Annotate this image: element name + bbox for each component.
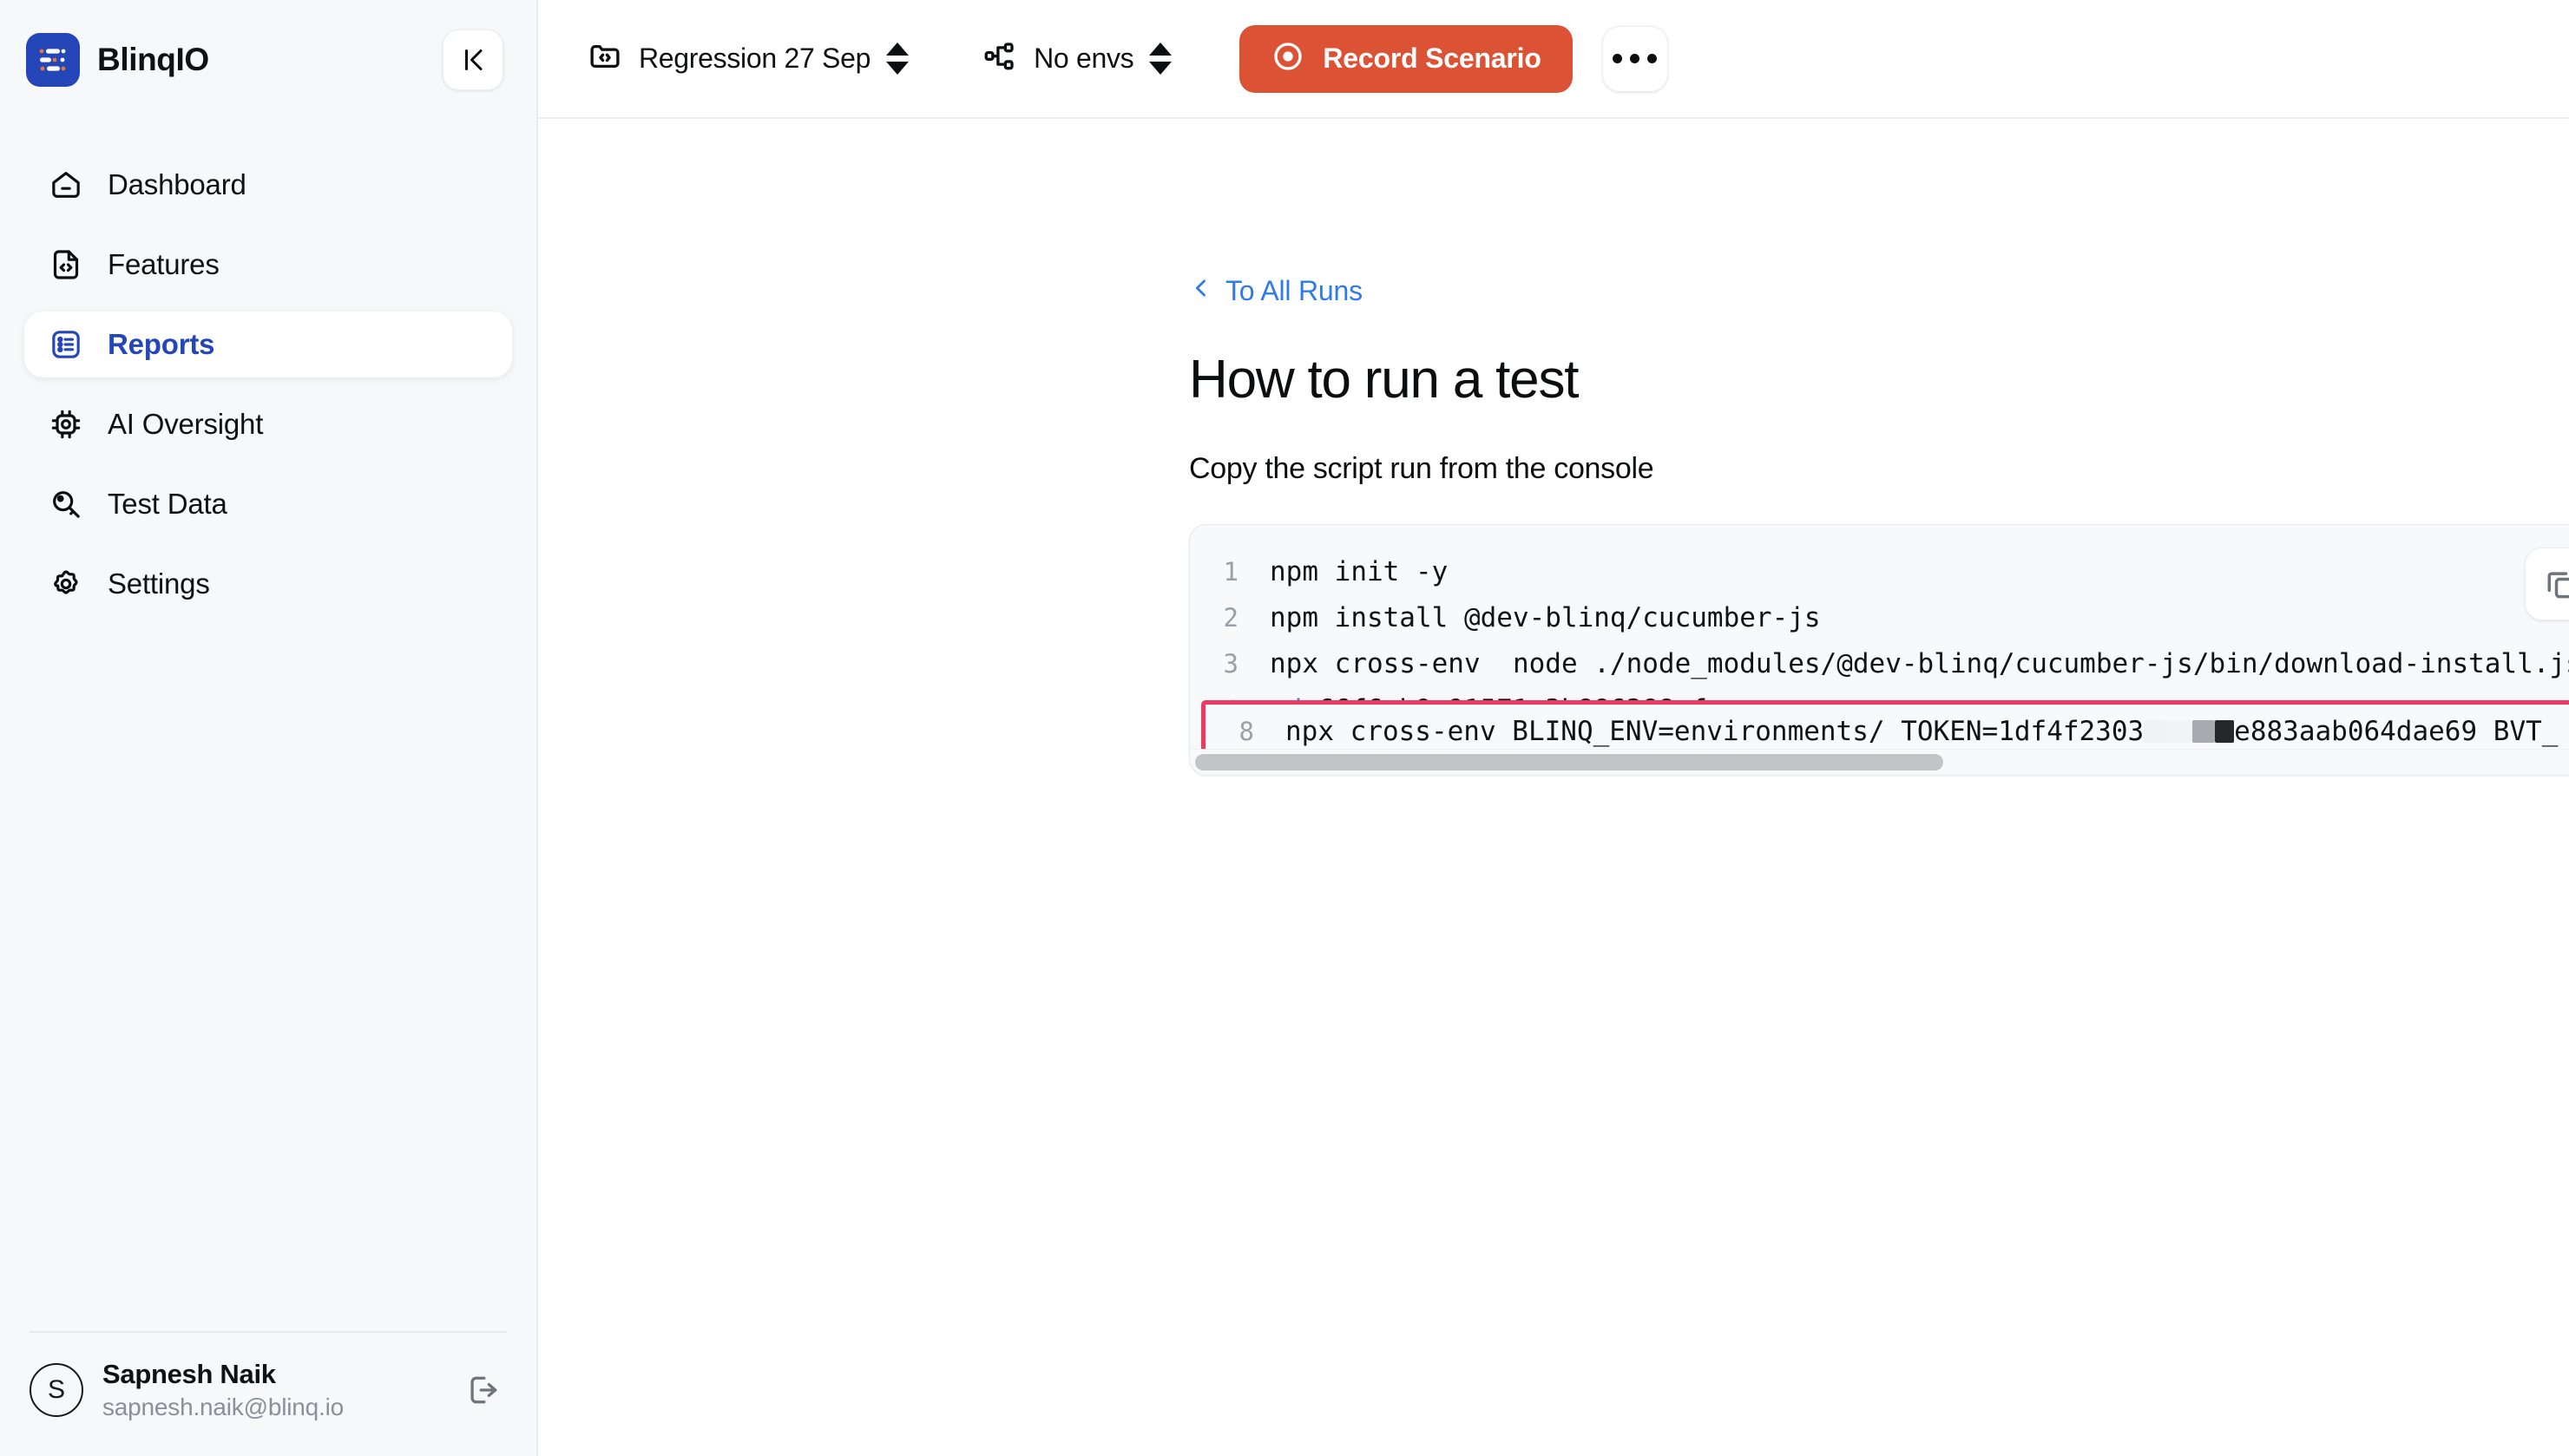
user-profile[interactable]: S Sapnesh Naik sapnesh.naik@blinq.io <box>30 1359 507 1421</box>
footer-divider <box>30 1331 507 1333</box>
user-info: Sapnesh Naik sapnesh.naik@blinq.io <box>102 1359 344 1421</box>
list-report-icon <box>47 325 85 364</box>
copy-icon[interactable] <box>2525 548 2569 620</box>
sidebar-item-settings[interactable]: Settings <box>24 551 512 617</box>
redaction-block <box>2144 720 2167 743</box>
sidebar-item-ai-oversight[interactable]: AI Oversight <box>24 391 512 457</box>
home-icon <box>47 166 85 204</box>
sidebar-footer: S Sapnesh Naik sapnesh.naik@blinq.io <box>0 1331 536 1456</box>
content-area: To All Runs How to run a test Copy the s… <box>538 119 2569 1456</box>
logout-icon[interactable] <box>458 1366 507 1414</box>
line-text-suffix: e883aab064dae69 BVT_ <box>2234 716 2559 747</box>
sidebar-item-label: Features <box>108 248 220 280</box>
record-scenario-button[interactable]: Record Scenario <box>1239 24 1573 93</box>
environments-icon <box>982 38 1018 79</box>
env-selector-label: No envs <box>1034 43 1134 74</box>
collapse-sidebar-icon[interactable] <box>443 29 503 90</box>
redaction-block <box>2166 720 2193 743</box>
sidebar-item-label: Reports <box>108 328 215 360</box>
avatar: S <box>30 1363 83 1417</box>
project-selector-label: Regression 27 Sep <box>639 43 871 74</box>
sidebar: BlinqIO Dashboard Features Reports AI Ov… <box>0 0 538 1456</box>
code-horizontal-scrollbar[interactable] <box>1190 749 2569 775</box>
project-selector[interactable]: Regression 27 Sep <box>575 28 921 89</box>
redaction-block <box>2192 720 2216 743</box>
highlighted-code-line: 8 npx cross-env BLINQ_ENV=environments/ … <box>1201 700 2569 749</box>
back-link-label: To All Runs <box>1225 275 1363 306</box>
line-number: 2 <box>1223 603 1239 633</box>
user-name: Sapnesh Naik <box>102 1359 276 1389</box>
key-search-icon <box>47 485 85 523</box>
page-subtitle: Copy the script run from the console <box>1189 452 1654 485</box>
line-text: npm init -y <box>1270 556 1449 587</box>
sidebar-item-features[interactable]: Features <box>24 232 512 298</box>
redaction-block <box>2215 720 2235 743</box>
code-line: 1 npm init -y <box>1190 556 2569 602</box>
app-root: BlinqIO Dashboard Features Reports AI Ov… <box>0 0 2569 1456</box>
line-text: npm install @dev-blinq/cucumber-js <box>1270 602 1821 633</box>
sidebar-nav: Dashboard Features Reports AI Oversight … <box>0 152 536 617</box>
record-scenario-label: Record Scenario <box>1323 43 1541 74</box>
line-text-prefix: npx cross-env BLINQ_ENV=environments/ TO… <box>1285 716 2145 747</box>
file-code-icon <box>47 246 85 284</box>
folder-code-icon <box>587 38 623 79</box>
user-email: sapnesh.naik@blinq.io <box>102 1394 344 1420</box>
cpu-gear-icon <box>47 405 85 443</box>
sidebar-item-label: Test Data <box>108 488 227 520</box>
up-down-chevron-icon[interactable] <box>886 43 910 75</box>
up-down-chevron-icon[interactable] <box>1149 43 1173 75</box>
sidebar-item-reports[interactable]: Reports <box>24 312 512 377</box>
sidebar-item-label: AI Oversight <box>108 408 264 440</box>
chevron-left-icon <box>1189 275 1213 307</box>
more-horizontal-icon[interactable] <box>1601 25 1668 92</box>
sidebar-item-dashboard[interactable]: Dashboard <box>24 152 512 218</box>
env-selector[interactable]: No envs <box>969 28 1184 89</box>
back-to-all-runs-link[interactable]: To All Runs <box>1189 275 1363 307</box>
sidebar-item-test-data[interactable]: Test Data <box>24 471 512 537</box>
code-block: 1 npm init -y 2 npm install @dev-blinq/c… <box>1189 524 2569 776</box>
topbar: Regression 27 Sep No envs Record Scenari… <box>538 0 2569 119</box>
code-line: 2 npm install @dev-blinq/cucumber-js <box>1190 602 2569 648</box>
line-text: npx cross-env node ./node_modules/@dev-b… <box>1270 648 2569 679</box>
main-area: Regression 27 Sep No envs Record Scenari… <box>538 0 2569 1456</box>
sidebar-item-label: Dashboard <box>108 168 246 200</box>
gear-icon <box>47 565 85 603</box>
sidebar-header: BlinqIO <box>0 0 536 119</box>
scrollbar-thumb[interactable] <box>1195 754 1943 771</box>
code-line: 3 npx cross-env node ./node_modules/@dev… <box>1190 648 2569 694</box>
brand-name: BlinqIO <box>97 41 209 77</box>
brand[interactable]: BlinqIO <box>26 32 209 87</box>
line-number: 3 <box>1223 649 1239 679</box>
blinqio-logo-icon <box>26 32 80 87</box>
sidebar-item-label: Settings <box>108 567 210 600</box>
line-number: 8 <box>1239 717 1254 746</box>
record-circle-icon <box>1271 39 1305 78</box>
line-number: 1 <box>1223 557 1239 587</box>
code-scroll-viewport[interactable]: 1 npm init -y 2 npm install @dev-blinq/c… <box>1190 525 2569 749</box>
page-title: How to run a test <box>1189 350 1579 410</box>
